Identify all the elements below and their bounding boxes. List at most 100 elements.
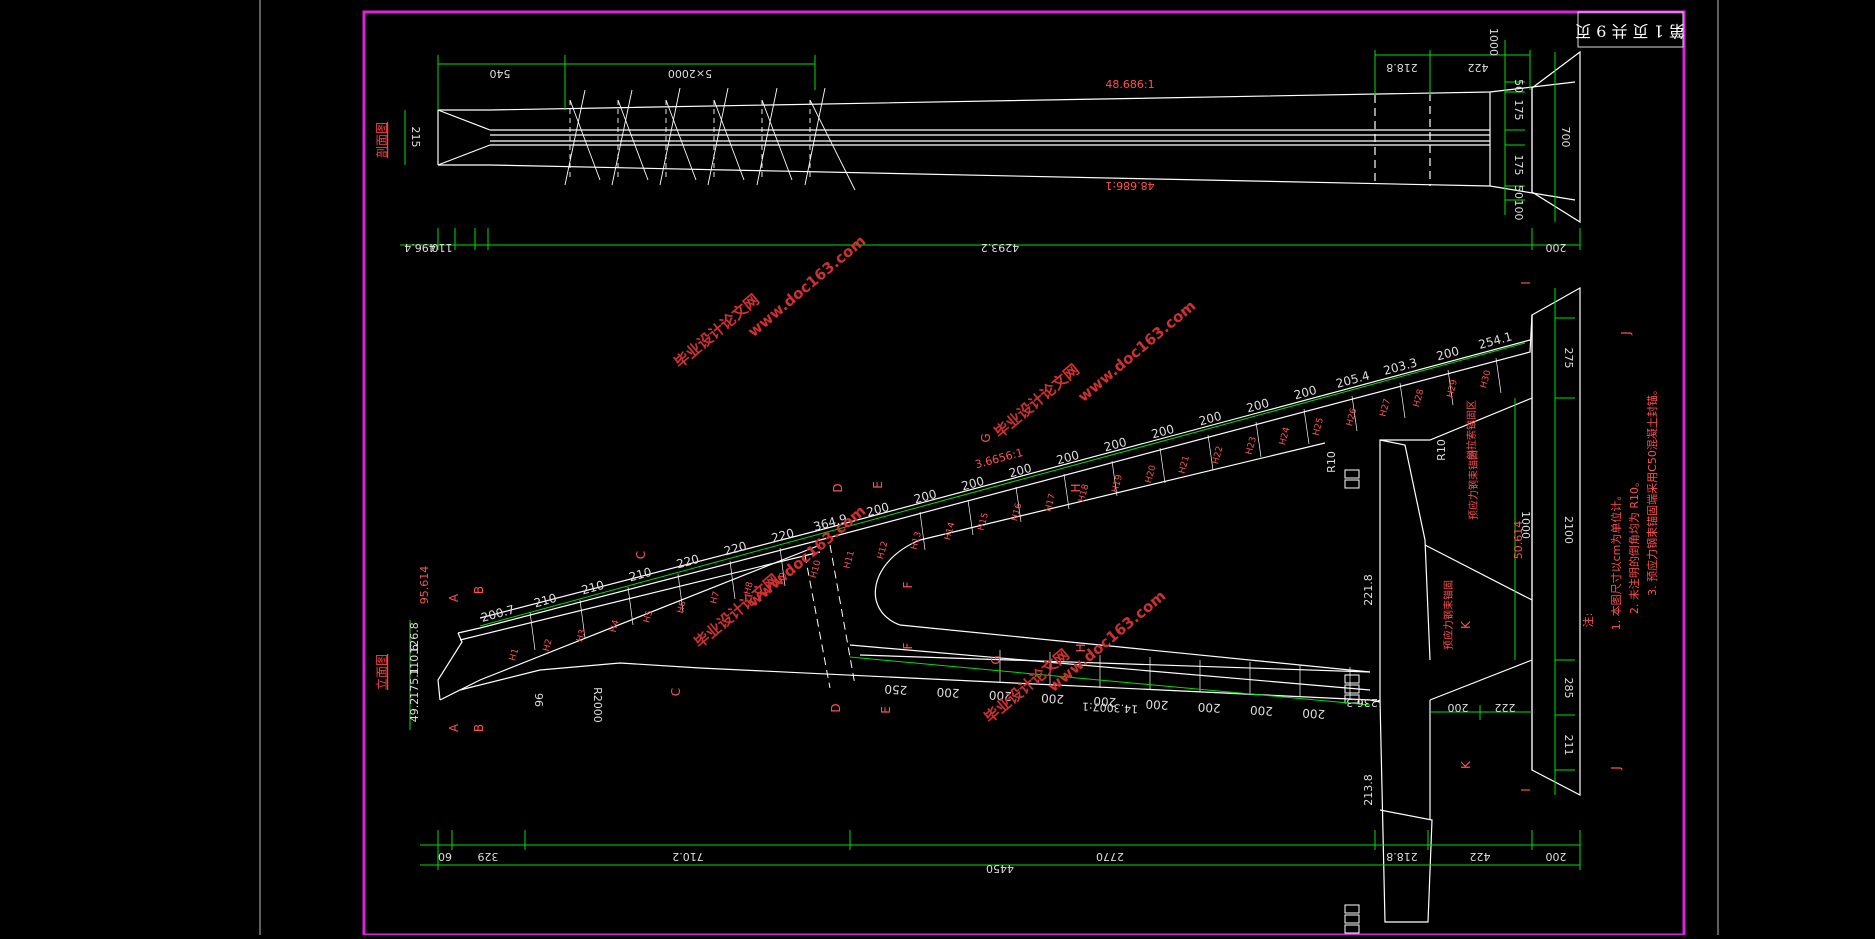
dim-175a: 175: [1512, 100, 1525, 121]
slope-top: 48.686:1: [1105, 78, 1154, 91]
upper-tick-label: H29: [1446, 378, 1460, 398]
dim-700: 700: [1559, 127, 1572, 148]
lower-segment-label: 200: [1197, 700, 1221, 715]
side-view-dims: [409, 288, 1581, 870]
dim-50b: 50: [1512, 185, 1525, 199]
upper-segment-label: 210: [580, 578, 606, 597]
right-dim-label: 285: [1562, 678, 1575, 699]
radius-10a: R10: [1325, 451, 1338, 473]
section-mark: E: [879, 706, 893, 714]
upper-tick-label: H2: [542, 638, 555, 653]
upper-tick-label: H22: [1211, 445, 1225, 465]
dim-96: 96: [532, 693, 545, 707]
dim-right-200: 200: [1546, 241, 1567, 254]
upper-tick-label: H30: [1479, 369, 1493, 389]
upper-tick-label: H12: [876, 540, 890, 560]
bottom-dim-label: 200: [1546, 850, 1567, 863]
red-label-2: 预应力钢束锚固: [1442, 580, 1455, 650]
section-mark: E: [871, 481, 885, 489]
dim-5x2000: 5×2000: [668, 67, 712, 80]
upper-segment-label: 210: [532, 591, 558, 610]
watermark-url-1: www.doc163.com: [744, 232, 869, 341]
dim-50614: 50.614: [1512, 521, 1525, 560]
section-mark: D: [829, 703, 843, 712]
dim-422: 422: [1468, 61, 1489, 74]
upper-tick-label: H4: [609, 619, 622, 634]
notes-title: 注:: [1581, 613, 1595, 628]
upper-segment-label: 200: [1292, 383, 1318, 402]
upper-tick-label: H27: [1379, 398, 1393, 418]
upper-segment-label: 200: [1435, 344, 1461, 363]
side-view-structure: [437, 286, 1581, 934]
top-view-label: 剖面图: [375, 122, 389, 158]
note-2: 2. 未注明的倒角均为 R10。: [1627, 476, 1641, 614]
section-mark: I: [1519, 281, 1533, 285]
upper-tick-label: H25: [1312, 417, 1326, 437]
section-mark: C: [669, 688, 683, 696]
notes-block: 注: 1. 本图尺寸以cm为单位计。 2. 未注明的倒角均为 R10。 3. 预…: [1581, 384, 1659, 630]
upper-tick-label: H17: [1044, 493, 1058, 513]
lower-segment-label: 200: [1302, 706, 1326, 721]
note-3: 3. 预应力钢束锚固端采用C50混凝土封锚。: [1645, 384, 1659, 596]
upper-tick-label: H15: [977, 512, 991, 532]
dim-total-4293: 4293.2: [981, 241, 1020, 254]
dim-215: 215: [409, 127, 422, 148]
upper-tick-label: H24: [1278, 426, 1292, 446]
upper-segment-label: 254.1: [1477, 329, 1514, 351]
section-mark: K: [1459, 620, 1473, 629]
section-mark: G: [979, 433, 993, 442]
lower-segment-label: 200: [936, 685, 960, 700]
dim-1000: 1000: [1487, 28, 1500, 56]
bottom-dim-labels: 60 329 710.2 2770 218.8 422 200: [438, 850, 1567, 863]
upper-segment-label: 210: [627, 565, 653, 584]
dim-200-bottom: 200: [1448, 701, 1469, 714]
dim-2138: 213.8: [1362, 774, 1375, 806]
upper-tick-label: H7: [709, 590, 722, 605]
upper-segment-label: 220: [675, 552, 701, 571]
dim-50a: 50: [1512, 79, 1525, 93]
dim-95614: 95.614: [418, 566, 431, 605]
lower-segment-label: 200: [1145, 697, 1169, 712]
section-mark: F: [901, 581, 915, 588]
upper-segment-label: 220: [722, 539, 748, 558]
section-mark: B: [472, 586, 486, 594]
upper-tick-label: H13: [910, 531, 924, 551]
slope-bottom: 48.686:1: [1105, 179, 1154, 192]
top-view: [437, 50, 1581, 224]
dim-2218: 221.8: [1362, 574, 1375, 606]
radius-10b: R10: [1435, 439, 1448, 461]
upper-tick-labels: H1H2H3H4H5H6H7H8H9 H10 H11 H12 H13 H14 H15 H16 H…: [508, 369, 1493, 662]
dim-175b: 175: [1512, 155, 1525, 176]
section-mark: G: [989, 655, 1003, 664]
watermark-url-2: www.doc163.com: [1074, 297, 1199, 406]
section-mark: J: [1609, 766, 1623, 771]
left-stack-label: 126.8: [408, 622, 421, 654]
dim-left-496: 496.4: [404, 241, 436, 254]
side-view-label: 立面图: [374, 654, 389, 690]
cad-drawing: 第 1 页 共 9 页 540 5×2000 218.8 422 1000 50…: [259, 0, 1719, 937]
section-mark: F: [901, 642, 915, 649]
bottom-dim-label: 60: [438, 850, 452, 863]
section-mark: B: [472, 724, 486, 732]
radius-2000: R2000: [591, 687, 604, 723]
section-mark: K: [1459, 760, 1473, 769]
upper-tick-label: H21: [1178, 455, 1192, 475]
dim-2363: 236.3: [1346, 696, 1378, 709]
bottom-dim-label: 218.8: [1386, 850, 1418, 863]
upper-tick-label: H20: [1144, 464, 1158, 484]
section-mark: C: [634, 551, 648, 559]
upper-tick-label: H1: [508, 647, 521, 662]
upper-tick-label: H5: [642, 609, 655, 624]
left-stack-labels: 49.2175.1110.6126.8: [408, 622, 421, 722]
dim-540: 540: [490, 67, 511, 80]
bottom-total: 4450: [986, 862, 1014, 875]
upper-tick-label: H16: [1010, 502, 1024, 522]
upper-tick-label: H14: [943, 521, 957, 541]
section-mark: A: [447, 593, 461, 602]
bottom-dim-label: 2770: [1096, 850, 1124, 863]
note-1: 1. 本图尺寸以cm为单位计。: [1609, 490, 1623, 631]
right-dim-labels: 2751000 2100285211: [1519, 348, 1575, 756]
lower-segment-label: 200: [1250, 703, 1274, 718]
right-dim-label: 211: [1562, 735, 1575, 756]
bottom-dim-label: 710.2: [672, 850, 704, 863]
